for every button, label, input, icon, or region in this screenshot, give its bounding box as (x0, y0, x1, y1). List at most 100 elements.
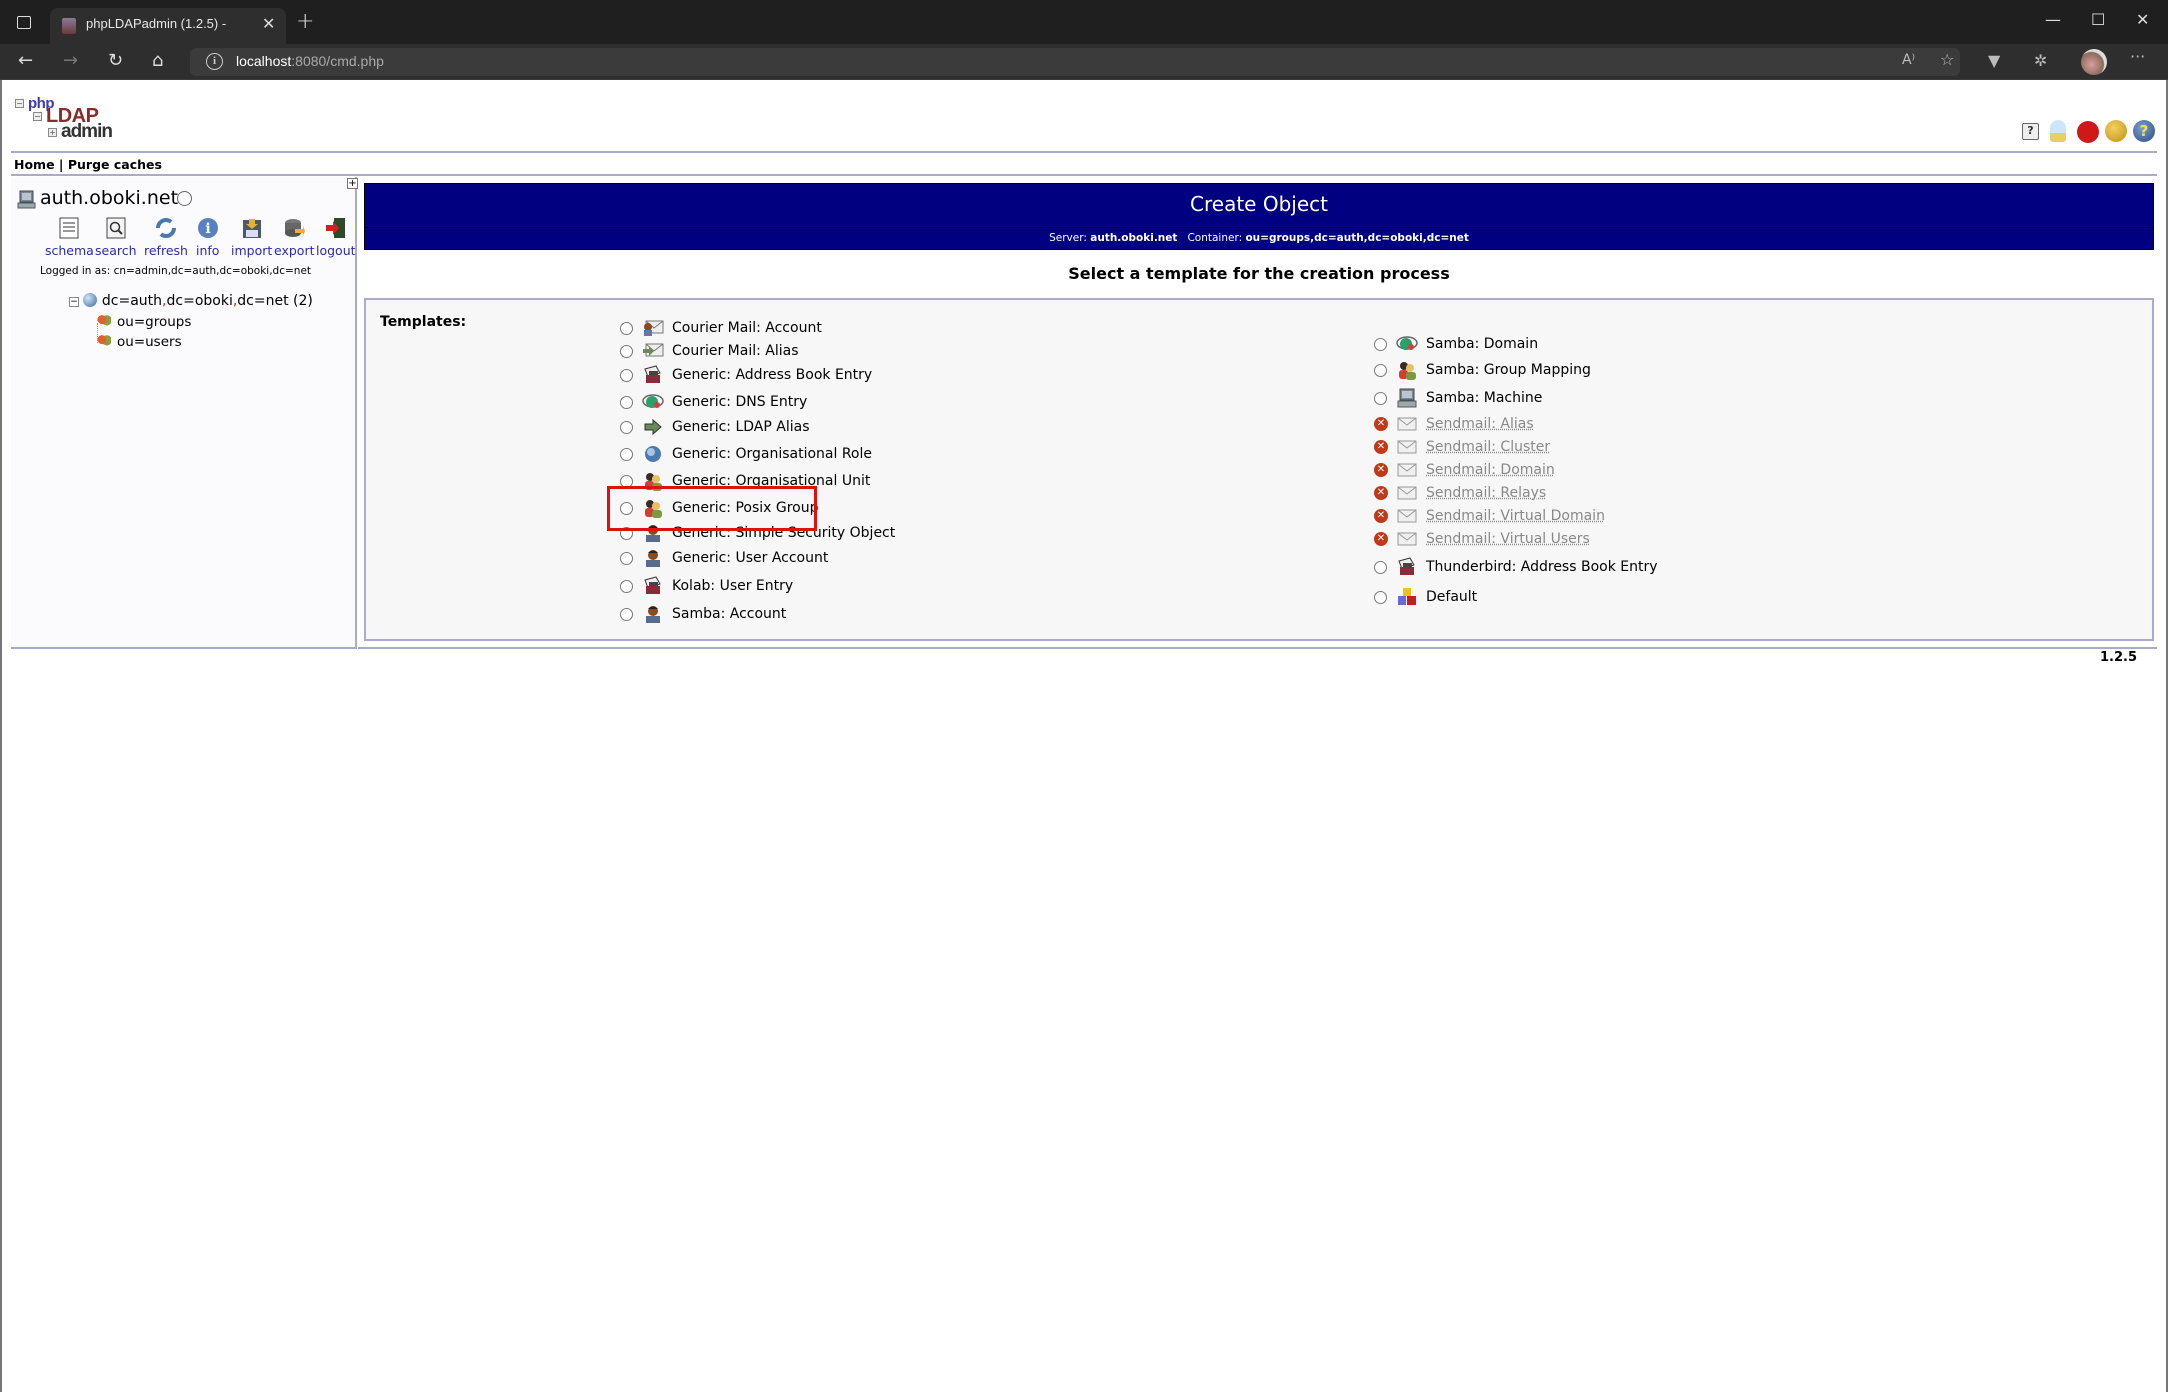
tree-item[interactable]: ou=groups (97, 314, 191, 330)
server-name[interactable]: auth.oboki.net (40, 187, 178, 209)
tool-export[interactable]: export (274, 217, 315, 258)
template-label[interactable]: Samba: Domain (1426, 336, 1538, 352)
template-option[interactable]: Samba: Group Mapping (1374, 359, 1591, 381)
template-option[interactable]: Courier Mail: Alias (620, 340, 799, 362)
template-label[interactable]: Courier Mail: Account (672, 320, 822, 336)
close-tab-icon[interactable]: ✕ (262, 14, 275, 33)
unavailable-icon: ✕ (1374, 486, 1388, 500)
template-radio[interactable] (620, 368, 633, 382)
template-radio[interactable] (1374, 337, 1387, 351)
template-label[interactable]: Generic: Address Book Entry (672, 367, 872, 383)
template-option[interactable]: Samba: Account (620, 603, 786, 625)
server-icon (17, 190, 37, 210)
site-info-icon[interactable]: i (206, 53, 223, 70)
divider (358, 647, 2157, 649)
logged-in-as: Logged in as: cn=admin,dc=auth,dc=oboki,… (40, 265, 312, 277)
top-nav: Home | Purge caches (14, 157, 162, 172)
help-icon[interactable]: ? (2133, 120, 2155, 142)
template-option[interactable]: Generic: Address Book Entry (620, 364, 872, 386)
tree-item[interactable]: ou=users (97, 334, 182, 350)
template-label[interactable]: Thunderbird: Address Book Entry (1426, 559, 1658, 575)
highlight-box (607, 486, 817, 531)
template-label: Sendmail: Virtual Domain (1426, 508, 1605, 524)
template-option[interactable]: Generic: DNS Entry (620, 391, 807, 413)
template-label[interactable]: Generic: User Account (672, 550, 828, 566)
tool-logout[interactable]: logout (316, 217, 356, 258)
sidebar-toggle-icon[interactable] (17, 16, 31, 29)
profile-avatar[interactable] (2081, 49, 2107, 75)
template-option[interactable]: Default (1374, 586, 1477, 608)
search-icon (105, 217, 127, 239)
template-label[interactable]: Generic: DNS Entry (672, 394, 807, 410)
browser-tab[interactable]: phpLDAPadmin (1.2.5) - ✕ (50, 8, 286, 44)
template-label[interactable]: Kolab: User Entry (672, 578, 793, 594)
template-radio[interactable] (620, 447, 633, 461)
window-close-icon[interactable]: ✕ (2136, 10, 2149, 29)
template-radio[interactable] (1374, 590, 1387, 604)
template-label[interactable]: Generic: Organisational Role (672, 446, 872, 462)
template-option[interactable]: Samba: Domain (1374, 333, 1538, 355)
tool-refresh[interactable]: refresh (144, 217, 188, 258)
tool-info[interactable]: i info (196, 217, 219, 258)
template-radio[interactable] (620, 420, 633, 434)
comment-icon[interactable]: ? (2022, 123, 2039, 140)
template-label[interactable]: Generic: LDAP Alias (672, 419, 810, 435)
template-radio[interactable] (620, 551, 633, 565)
template-option[interactable]: Generic: LDAP Alias (620, 416, 810, 438)
url-input[interactable]: i localhost:8080/cmd.php A⁾ ☆ (190, 48, 1960, 76)
template-radio[interactable] (620, 395, 633, 409)
template-label[interactable]: Courier Mail: Alias (672, 343, 799, 359)
read-aloud-icon[interactable]: A⁾ (1902, 52, 1915, 68)
browser-tab-bar: phpLDAPadmin (1.2.5) - ✕ + — ☐ ✕ (0, 0, 2168, 44)
refresh-icon (155, 217, 177, 239)
tree-root[interactable]: − dc=auth,dc=oboki,dc=net (2) (69, 293, 313, 309)
minimize-icon[interactable]: — (2045, 10, 2061, 29)
template-radio[interactable] (620, 579, 633, 593)
template-label[interactable]: Samba: Account (672, 606, 786, 622)
clock-icon[interactable] (177, 191, 192, 206)
template-radio[interactable] (620, 607, 633, 621)
collapse-icon[interactable]: − (69, 297, 79, 307)
mail-icon (1396, 506, 1418, 526)
home-icon[interactable]: ⌂ (152, 50, 163, 71)
lightbulb-icon[interactable] (2050, 120, 2066, 142)
divider (11, 174, 2157, 176)
template-option: ✕ Sendmail: Virtual Domain (1374, 505, 1605, 527)
purge-caches-link[interactable]: Purge caches (68, 157, 162, 172)
template-radio[interactable] (620, 344, 633, 358)
template-option: ✕ Sendmail: Virtual Users (1374, 528, 1590, 550)
new-tab-icon[interactable]: + (296, 9, 314, 34)
maximize-icon[interactable]: ☐ (2091, 10, 2105, 29)
more-menu-icon[interactable]: ··· (2130, 47, 2145, 66)
template-radio[interactable] (1374, 560, 1387, 574)
create-object-header: Create Object Server: auth.oboki.net Con… (364, 183, 2154, 250)
template-option[interactable]: Courier Mail: Account (620, 317, 822, 339)
template-option[interactable]: Kolab: User Entry (620, 575, 793, 597)
tool-import[interactable]: import (231, 217, 272, 258)
bug-icon[interactable] (2077, 121, 2099, 143)
template-option[interactable]: Generic: User Account (620, 547, 828, 569)
tool-schema[interactable]: schema (45, 217, 94, 258)
extensions-icon[interactable]: ✲ (2034, 51, 2047, 70)
template-label[interactable]: Samba: Machine (1426, 390, 1542, 406)
template-label[interactable]: Default (1426, 589, 1477, 605)
favorite-icon[interactable]: ☆ (1940, 50, 1954, 69)
extension-v-icon[interactable]: ▼ (1988, 51, 2000, 70)
template-option: ✕ Sendmail: Cluster (1374, 436, 1550, 458)
template-label[interactable]: Samba: Group Mapping (1426, 362, 1591, 378)
tool-search[interactable]: search (95, 217, 137, 258)
reload-icon[interactable]: ↻ (108, 50, 123, 71)
back-icon[interactable]: ← (18, 50, 33, 71)
home-link[interactable]: Home (14, 157, 55, 172)
template-radio[interactable] (1374, 391, 1387, 405)
template-radio[interactable] (1374, 363, 1387, 377)
expand-icon[interactable]: + (347, 178, 358, 189)
template-option[interactable]: Samba: Machine (1374, 387, 1542, 409)
template-option[interactable]: Thunderbird: Address Book Entry (1374, 556, 1658, 578)
template-radio[interactable] (620, 321, 633, 335)
arrow-icon (642, 417, 664, 437)
phpldapadmin-logo[interactable]: − php − LDAP + admin (15, 95, 125, 145)
smiley-icon[interactable] (2105, 120, 2127, 142)
template-option[interactable]: Generic: Organisational Role (620, 443, 872, 465)
ou-icon (97, 334, 111, 348)
